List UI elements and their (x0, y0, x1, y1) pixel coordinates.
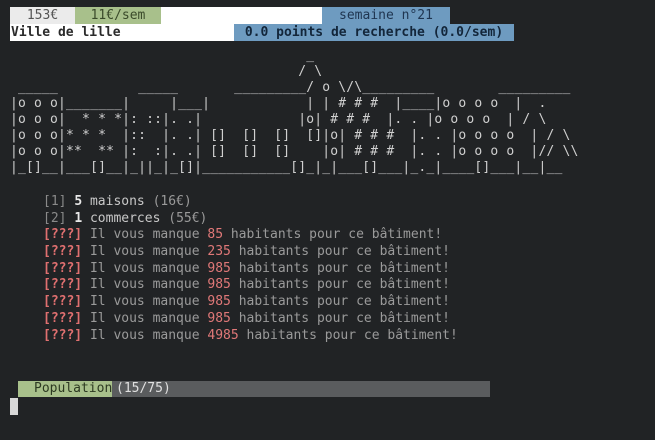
locked-message-end: habitants pour ce bâtiment! (238, 294, 451, 310)
city-ascii-art: _ / \ _____ _____ _________/ o \/\______… (10, 48, 579, 175)
building-name: commerces (89, 210, 161, 226)
locked-message: Il vous manque (89, 260, 200, 276)
locked-tag: [???] (43, 310, 83, 326)
building-key: [1] (43, 194, 67, 209)
locked-tag: [???] (43, 244, 83, 260)
locked-message-end: habitants pour ce bâtiment! (238, 277, 451, 293)
building-price: (16€) (152, 194, 192, 209)
locked-building: [???] Il vous manque 235 habitants pour … (43, 244, 458, 261)
missing-population: 4985 (207, 327, 239, 343)
locked-tag: [???] (43, 260, 83, 276)
building-name: maisons (89, 194, 145, 209)
locked-message: Il vous manque (89, 294, 200, 310)
terminal-cursor[interactable] (10, 398, 18, 415)
research-points: 0.0 points de recherche (0.0/sem) (234, 24, 514, 41)
population-count: (15/75) (116, 381, 171, 396)
building-option[interactable]: [2] 1 commerces (55€) (43, 211, 458, 228)
building-price: (55€) (168, 210, 208, 226)
locked-message-end: habitants pour ce bâtiment! (238, 260, 451, 276)
missing-population: 85 (207, 227, 224, 243)
locked-building: [???] Il vous manque 985 habitants pour … (43, 294, 458, 311)
locked-building: [???] Il vous manque 985 habitants pour … (43, 277, 458, 294)
week-display: semaine n°21 (322, 7, 450, 24)
missing-population: 235 (207, 244, 231, 260)
money-display: 153€ (10, 7, 75, 24)
locked-tag: [???] (43, 227, 83, 243)
locked-tag: [???] (43, 327, 83, 343)
missing-population: 985 (207, 294, 231, 310)
building-option[interactable]: [1] 5 maisons (16€) (43, 194, 458, 211)
city-name: Ville de lille (11, 25, 121, 40)
locked-message: Il vous manque (89, 244, 200, 260)
locked-message-end: habitants pour ce bâtiment! (230, 227, 443, 243)
locked-building: [???] Il vous manque 85 habitants pour c… (43, 227, 458, 244)
locked-message: Il vous manque (89, 277, 200, 293)
missing-population: 985 (207, 277, 231, 293)
status-bar-filler (161, 7, 322, 24)
missing-population: 985 (207, 260, 231, 276)
locked-message-end: habitants pour ce bâtiment! (238, 310, 451, 326)
building-key: [2] (43, 210, 67, 226)
locked-tag: [???] (43, 294, 83, 310)
locked-tag: [???] (43, 277, 83, 293)
building-list: [1] 5 maisons (16€) [2] 1 commerces (55€)… (43, 194, 458, 344)
locked-message: Il vous manque (89, 327, 200, 343)
locked-message-end: habitants pour ce bâtiment! (246, 327, 458, 343)
locked-building: [???] Il vous manque 985 habitants pour … (43, 311, 458, 328)
income-display: 11€/sem (75, 7, 161, 24)
building-count: 5 (74, 194, 83, 209)
missing-population: 985 (207, 310, 231, 326)
population-label: Population (34, 381, 113, 396)
building-count: 1 (74, 210, 83, 226)
locked-message: Il vous manque (89, 310, 200, 326)
locked-message: Il vous manque (89, 227, 200, 243)
locked-building: [???] Il vous manque 4985 habitants pour… (43, 328, 458, 345)
locked-building: [???] Il vous manque 985 habitants pour … (43, 261, 458, 278)
locked-message-end: habitants pour ce bâtiment! (238, 244, 451, 260)
